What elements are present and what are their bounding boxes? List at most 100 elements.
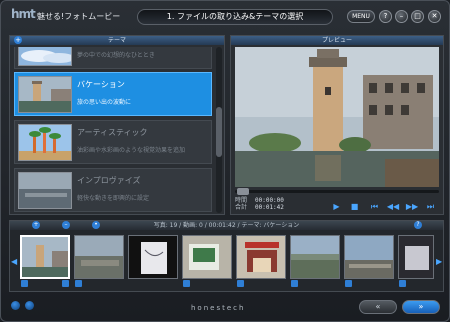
clip-frame <box>20 235 70 279</box>
info-icon[interactable] <box>24 301 34 310</box>
theme-desc: 油彩画や水彩画のような視覚効果を追加 <box>77 147 186 154</box>
time-current: 00:00:00 <box>255 197 284 204</box>
theme-name: アーティスティック <box>77 128 148 137</box>
clip-image <box>129 236 177 278</box>
theme-item-artistic[interactable]: アーティスティック 油彩画や水彩画のような視覚効果を追加 <box>14 120 212 164</box>
add-photo-icon[interactable]: + <box>32 221 40 229</box>
theme-panel: + テーマ 夢の中での幻想的なひととき バケーション 旅の思い出の波動に アーテ… <box>9 35 225 215</box>
clip-frame <box>128 235 178 279</box>
thumb-image <box>19 47 71 65</box>
preview-photo <box>235 47 439 187</box>
theme-thumb <box>18 76 72 113</box>
next-icon[interactable]: ⏭ <box>425 202 436 212</box>
next-button[interactable]: » <box>402 300 440 314</box>
clip-frame <box>236 235 286 279</box>
timeline-clip[interactable] <box>128 235 178 287</box>
clip-marker[interactable] <box>345 280 352 287</box>
timeline-clip[interactable] <box>74 235 124 287</box>
scroll-right-icon[interactable]: ▶ <box>436 257 442 266</box>
clip-image <box>345 236 393 278</box>
prev-icon[interactable]: ⏮ <box>369 202 380 212</box>
preview-panel-header: プレビュー <box>231 36 443 45</box>
play-icon[interactable]: ▶ <box>331 202 342 212</box>
theme-desc: 軽快な動きを即興的に設定 <box>77 195 150 202</box>
theme-panel-title: テーマ <box>107 37 126 44</box>
theme-name: インプロヴァイズ <box>77 176 141 185</box>
theme-list: 夢の中での幻想的なひととき バケーション 旅の思い出の波動に アーティスティック… <box>14 47 212 213</box>
clip-image <box>22 237 68 277</box>
timeline-header: + – • 写真: 19 / 動画: 0 / 00:01:42 / テーマ: バ… <box>10 221 443 230</box>
maximize-button[interactable]: □ <box>411 10 424 23</box>
theme-thumb <box>18 124 72 161</box>
timeline-clip[interactable] <box>398 235 434 287</box>
footer-icons <box>11 301 36 312</box>
clip-image <box>399 236 433 278</box>
clip-frame <box>344 235 394 279</box>
remove-photo-icon[interactable]: – <box>62 221 70 229</box>
timeline-clip[interactable] <box>20 235 70 287</box>
help-button[interactable]: ? <box>379 10 392 23</box>
preview-image <box>235 47 439 187</box>
app-logo: hmt <box>11 7 36 21</box>
back-button[interactable]: « <box>359 300 397 314</box>
time-labels: 時間 合計 <box>235 197 247 211</box>
clip-marker[interactable] <box>183 280 190 287</box>
app-window: hmt 魅せる!フォトムービー 1. ファイルの取り込み&テーマの選択 MENU… <box>0 0 450 322</box>
stop-icon[interactable]: ■ <box>349 202 360 212</box>
thumb-image <box>19 77 71 112</box>
clip-image <box>75 236 123 278</box>
brand-label: honestech <box>191 304 246 312</box>
clip-marker[interactable] <box>62 280 69 287</box>
theme-scrollbar[interactable] <box>216 47 222 213</box>
timeline-clip[interactable] <box>236 235 286 287</box>
title-bar: hmt 魅せる!フォトムービー 1. ファイルの取り込み&テーマの選択 MENU… <box>1 1 449 31</box>
menu-button[interactable]: MENU <box>347 10 375 23</box>
timeline-clip[interactable] <box>344 235 394 287</box>
clip-frame <box>74 235 124 279</box>
timeline-status: 写真: 19 / 動画: 0 / 00:01:42 / テーマ: バケーション <box>153 222 300 229</box>
clip-frame <box>182 235 232 279</box>
rewind-icon[interactable]: ◀◀ <box>386 202 400 212</box>
clip-marker[interactable] <box>21 280 28 287</box>
seek-knob[interactable] <box>237 188 249 195</box>
thumb-image <box>19 125 71 160</box>
theme-thumb <box>18 172 72 209</box>
preview-panel: プレビュー 時間 合計 00:00:00 00:01:42 ▶ ■ ⏮ ◀◀ ▶… <box>230 35 444 215</box>
theme-name: バケーション <box>77 80 125 89</box>
app-title: 魅せる!フォトムービー <box>37 12 121 21</box>
clip-frame <box>290 235 340 279</box>
clip-marker[interactable] <box>399 280 406 287</box>
time-label-total: 合計 <box>235 204 248 211</box>
thumb-image <box>19 173 71 208</box>
scroll-thumb[interactable] <box>216 107 222 157</box>
close-button[interactable]: ✕ <box>428 10 441 23</box>
time-total: 00:01:42 <box>255 204 284 211</box>
minimize-button[interactable]: – <box>395 10 408 23</box>
theme-item-vacation[interactable]: バケーション 旅の思い出の波動に <box>14 72 212 116</box>
theme-thumb <box>18 47 72 66</box>
step-title: 1. ファイルの取り込み&テーマの選択 <box>137 9 333 25</box>
timeline: + – • 写真: 19 / 動画: 0 / 00:01:42 / テーマ: バ… <box>9 220 444 292</box>
clip-marker[interactable] <box>237 280 244 287</box>
settings-icon[interactable] <box>11 301 20 310</box>
clip-marker[interactable] <box>75 280 82 287</box>
clip-image <box>237 236 285 278</box>
help-icon[interactable]: ? <box>414 221 422 229</box>
theme-desc: 旅の思い出の波動に <box>77 99 132 106</box>
fast-forward-icon[interactable]: ▶▶ <box>405 202 419 212</box>
seek-bar[interactable] <box>235 188 439 195</box>
settings-icon[interactable]: • <box>92 221 100 229</box>
clip-image <box>291 236 339 278</box>
time-label-current: 時間 <box>235 197 248 204</box>
add-icon[interactable]: + <box>14 36 22 44</box>
theme-item-improvise[interactable]: インプロヴァイズ 軽快な動きを即興的に設定 <box>14 168 212 212</box>
time-values: 00:00:00 00:01:42 <box>255 197 284 211</box>
theme-desc: 夢の中での幻想的なひととき <box>77 52 155 59</box>
timeline-clip[interactable] <box>290 235 340 287</box>
clip-frame <box>398 235 434 279</box>
clip-marker[interactable] <box>291 280 298 287</box>
timeline-clip[interactable] <box>182 235 232 287</box>
scroll-left-icon[interactable]: ◀ <box>11 257 17 266</box>
theme-panel-header: + テーマ <box>10 36 224 45</box>
theme-item-dream[interactable]: 夢の中での幻想的なひととき <box>14 47 212 69</box>
